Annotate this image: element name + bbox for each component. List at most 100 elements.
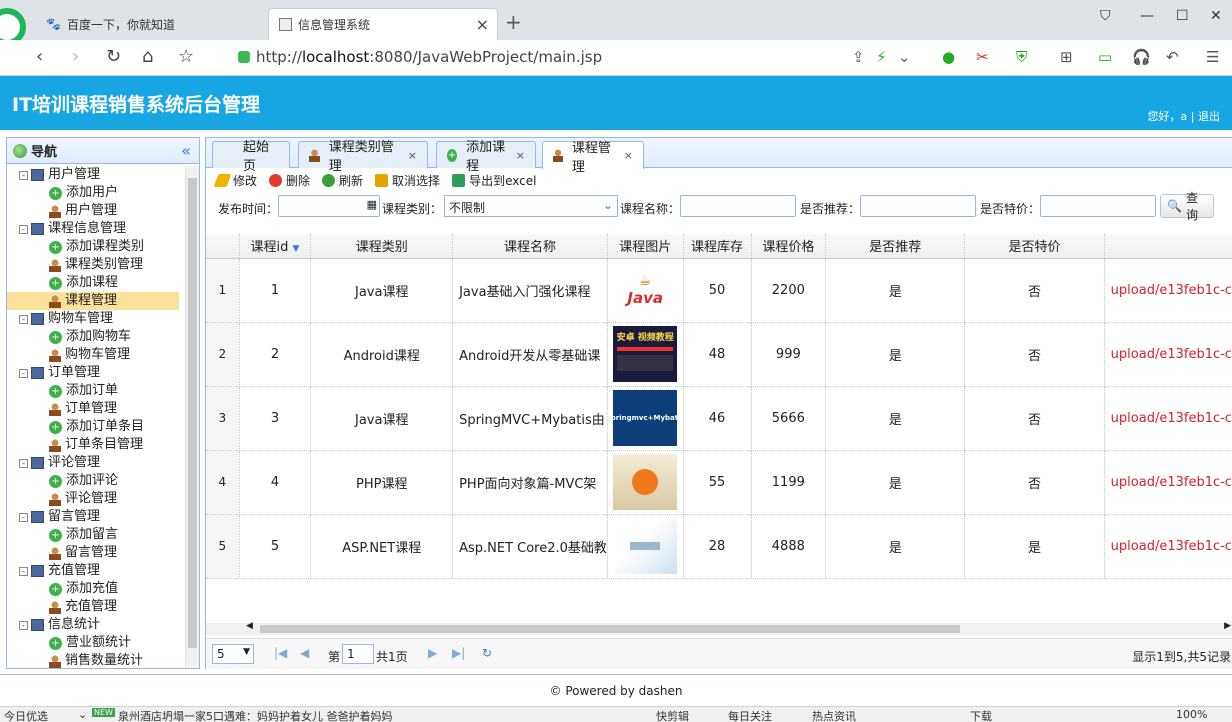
headphone-icon[interactable]: 🎧	[1132, 48, 1151, 66]
grid-hscrollbar[interactable]: ◀ ▶	[206, 621, 1232, 635]
tree-item[interactable]: + 添加留言	[7, 526, 185, 544]
scroll-right-icon[interactable]: ▶	[1224, 621, 1231, 631]
reload-icon[interactable]: ↻	[106, 46, 121, 67]
forward-icon[interactable]: ›	[72, 46, 79, 67]
next-page-icon[interactable]: ▶	[428, 646, 437, 660]
tree-group[interactable]: - 信息统计	[7, 616, 185, 634]
tree-item[interactable]: 订单条目管理	[7, 436, 185, 454]
new-tab-icon[interactable]: +	[505, 10, 522, 34]
table-row[interactable]: 1 1 Java课程 Java基础入门强化课程 ☕ Java 50 2200 是否 upload/…	[206, 258, 1232, 323]
col-header-special[interactable]: 是否特价	[964, 234, 1105, 259]
home-icon[interactable]: ⌂	[142, 46, 153, 67]
status-item[interactable]: 每日关注	[728, 708, 772, 722]
menu-icon[interactable]: ☰	[1206, 48, 1219, 66]
battery-icon[interactable]: ▭	[1098, 48, 1112, 66]
toggle-icon[interactable]: -	[19, 566, 28, 576]
tree-item[interactable]: + 添加订单条目	[7, 418, 185, 436]
user-info-logout[interactable]: 您好，a | 退出	[1148, 108, 1220, 124]
special-input[interactable]	[1040, 195, 1156, 217]
close-tab-icon[interactable]: ×	[516, 149, 525, 162]
recommend-input[interactable]	[860, 195, 976, 217]
minimize-icon[interactable]: —	[1140, 8, 1154, 24]
course-name-input[interactable]	[680, 195, 796, 217]
news-ticker[interactable]: 泉州酒店坍塌一家5口遇难：妈妈护着女儿 爸爸护着妈妈	[118, 708, 393, 722]
tab-add-course[interactable]: + 添加课程 ×	[436, 140, 536, 174]
refresh-button[interactable]: 刷新	[322, 172, 363, 189]
share-icon[interactable]: ⇪	[852, 48, 865, 66]
table-row[interactable]: 3 3 Java课程 SpringMVC+Mybatis由 Springmvc+Myba…	[206, 386, 1232, 451]
query-button[interactable]: 🔍 查询	[1160, 191, 1214, 222]
tree-group[interactable]: - 用户管理	[7, 166, 185, 184]
edit-button[interactable]: 修改	[213, 172, 257, 189]
category-select[interactable]: 不限制 ⌄	[444, 195, 618, 217]
shirt-icon[interactable]: ⛉	[1100, 8, 1111, 24]
tree-item[interactable]: 用户管理	[7, 202, 185, 220]
col-header-stock[interactable]: 课程库存	[683, 234, 752, 259]
status-item[interactable]: 快剪辑	[656, 708, 689, 722]
collapse-icon[interactable]: «	[181, 141, 191, 160]
tree-item[interactable]: + 添加购物车	[7, 328, 185, 346]
url-field[interactable]: http://localhost:8080/JavaWebProject/mai…	[238, 48, 602, 66]
tree-item[interactable]: 课程管理	[7, 292, 179, 310]
tab-home[interactable]: 起始页	[212, 140, 290, 174]
dropdown-icon[interactable]: ⌄	[898, 48, 911, 66]
export-excel-button[interactable]: 导出到excel	[452, 172, 536, 189]
toggle-icon[interactable]: -	[19, 314, 28, 324]
tab-category-manage[interactable]: 课程类别管理 ×	[298, 140, 428, 174]
col-header-category[interactable]: 课程类别	[310, 234, 454, 259]
apps-grid-icon[interactable]: ⊞	[1060, 48, 1073, 66]
tree-item[interactable]: + 添加评论	[7, 472, 185, 490]
col-header-id[interactable]: 课程id ▼	[239, 234, 312, 259]
page-number-input[interactable]: 1	[342, 644, 374, 664]
toggle-icon[interactable]: -	[19, 368, 28, 378]
lightning-icon[interactable]: ⚡	[876, 48, 887, 66]
tree-group[interactable]: - 订单管理	[7, 364, 185, 382]
prev-page-icon[interactable]: ◀	[300, 646, 309, 660]
publish-time-input[interactable]: ▦	[278, 195, 380, 217]
page-size-select[interactable]: 5 ▼	[212, 644, 254, 664]
col-header-picture[interactable]: 课程图片	[607, 234, 684, 259]
tree-item[interactable]: 课程类别管理	[7, 256, 185, 274]
first-page-icon[interactable]: |◀	[274, 646, 287, 660]
tree-item[interactable]: 充值管理	[7, 598, 185, 616]
tree-group[interactable]: - 评论管理	[7, 454, 185, 472]
tree-item[interactable]: + 添加课程类别	[7, 238, 185, 256]
tree-item[interactable]: + 添加课程	[7, 274, 185, 292]
tree-item[interactable]: + 添加用户	[7, 184, 185, 202]
tree-group[interactable]: - 课程信息管理	[7, 220, 185, 238]
delete-button[interactable]: 删除	[269, 172, 310, 189]
close-tab-icon[interactable]: ×	[476, 15, 489, 34]
tree-item[interactable]: + 添加充值	[7, 580, 185, 598]
tree-item[interactable]: 订单管理	[7, 400, 185, 418]
status-item[interactable]: 热点资讯	[812, 708, 856, 722]
star-icon[interactable]: ☆	[178, 46, 194, 67]
status-item[interactable]: 下载	[970, 708, 992, 722]
tree-group[interactable]: - 充值管理	[7, 562, 185, 580]
scissors-icon[interactable]: ✂	[976, 48, 989, 66]
tree-item[interactable]: 购物车管理	[7, 346, 185, 364]
status-left[interactable]: 今日优选	[4, 708, 48, 722]
tab-course-manage[interactable]: 课程管理 ×	[542, 141, 644, 175]
maximize-icon[interactable]: ☐	[1176, 8, 1189, 24]
toggle-icon[interactable]: -	[19, 512, 28, 522]
toggle-icon[interactable]: -	[19, 458, 28, 468]
col-header-name[interactable]: 课程名称	[452, 234, 608, 259]
toggle-icon[interactable]: -	[19, 170, 28, 180]
col-header-price[interactable]: 课程价格	[751, 234, 827, 259]
zoom-level[interactable]: 100%	[1176, 708, 1207, 721]
col-header-recommend[interactable]: 是否推荐	[825, 234, 966, 259]
tree-item[interactable]: + 添加订单	[7, 382, 185, 400]
tree-group[interactable]: - 购物车管理	[7, 310, 185, 328]
table-row[interactable]: 2 2 Android课程 Android开发从零基础课 安卓 视频教程 48 999 是否 u…	[206, 322, 1232, 387]
tree-item[interactable]: 销售数量统计	[7, 652, 185, 668]
close-window-icon[interactable]: ✕	[1210, 8, 1222, 24]
toggle-icon[interactable]: -	[19, 224, 28, 234]
browser-tab-baidu[interactable]: 🐾 百度一下，你就知道	[36, 8, 266, 40]
app-icon[interactable]: ●	[942, 48, 955, 66]
close-tab-icon[interactable]: ×	[624, 149, 633, 162]
tree-item[interactable]: + 营业额统计	[7, 634, 185, 652]
tree-item[interactable]: 评论管理	[7, 490, 185, 508]
last-page-icon[interactable]: ▶|	[452, 646, 465, 660]
tree-item[interactable]: 留言管理	[7, 544, 185, 562]
tree-group[interactable]: - 留言管理	[7, 508, 185, 526]
